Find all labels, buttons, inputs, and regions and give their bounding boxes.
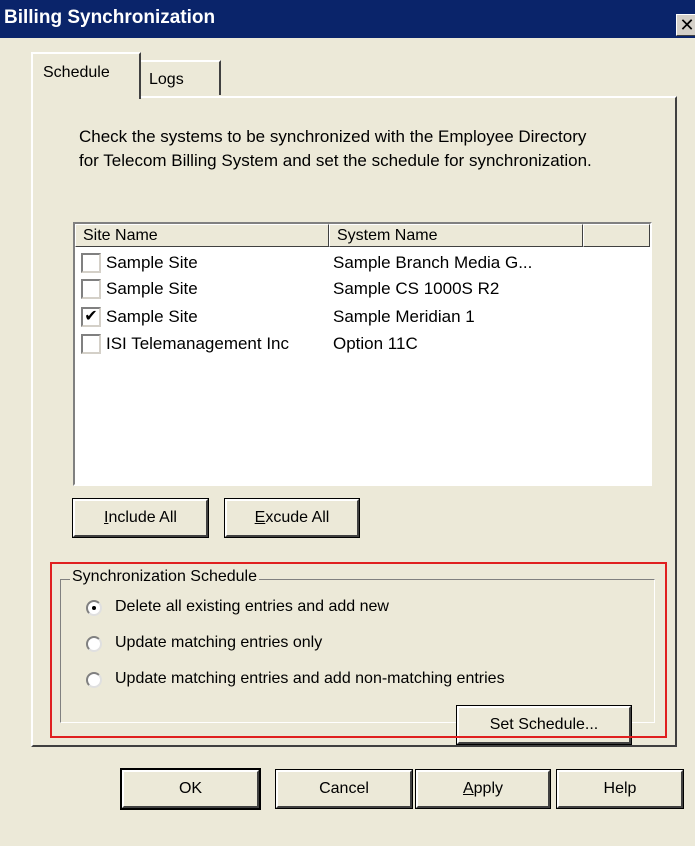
list-item[interactable]: Sample Site Sample CS 1000S R2 [81, 279, 641, 301]
include-all-label: nclude All [108, 509, 177, 526]
radio-dot-icon [92, 606, 96, 610]
list-item[interactable]: Sample Site Sample Branch Media G... [81, 253, 641, 275]
column-header-site-name[interactable]: Site Name [75, 224, 329, 247]
help-button[interactable]: Help [556, 769, 684, 809]
row-checkbox[interactable] [81, 334, 101, 354]
cancel-button[interactable]: Cancel [275, 769, 413, 809]
column-header-label: System Name [337, 227, 438, 244]
exclude-all-button[interactable]: Excude All [224, 498, 360, 538]
apply-label: pply [473, 780, 504, 797]
site-name-cell: Sample Site [106, 307, 198, 326]
site-name-cell: Sample Site [106, 253, 198, 272]
row-checkbox-checked[interactable]: ✔ [81, 307, 101, 327]
system-name-cell: Sample Branch Media G... [333, 253, 533, 272]
billing-sync-dialog: Billing Synchronization ✕ Schedule Logs … [0, 0, 695, 846]
set-schedule-button[interactable]: Set Schedule... [456, 705, 632, 745]
column-header-label: Site Name [83, 227, 158, 244]
tab-schedule[interactable]: Schedule [31, 52, 141, 99]
tab-logs[interactable]: Logs [141, 60, 221, 95]
site-name-cell: ISI Telemanagement Inc [106, 334, 290, 353]
row-checkbox[interactable] [81, 253, 101, 273]
radio-button[interactable] [86, 636, 102, 652]
radio-button-selected[interactable] [86, 600, 102, 616]
tab-schedule-label: Schedule [43, 64, 110, 81]
instructions-text: Check the systems to be synchronized wit… [79, 127, 592, 170]
synchronization-schedule-legend: Synchronization Schedule [70, 568, 260, 586]
include-all-button[interactable]: Include All [72, 498, 209, 538]
list-item[interactable]: ISI Telemanagement Inc Option 11C [81, 334, 641, 356]
column-header-system-name[interactable]: System Name [329, 224, 583, 247]
column-header-blank[interactable] [583, 224, 650, 247]
systems-list[interactable]: Site Name System Name Sample Site Sample… [73, 222, 652, 486]
close-icon: ✕ [679, 15, 695, 35]
ok-button[interactable]: OK [120, 768, 261, 810]
system-name-cell: Sample CS 1000S R2 [333, 279, 500, 298]
tab-logs-label: Logs [149, 71, 184, 88]
system-name-cell: Sample Meridian 1 [333, 307, 475, 326]
system-name-cell: Option 11C [333, 334, 418, 353]
apply-mnemonic: A [462, 780, 474, 797]
checkmark-icon: ✔ [84, 308, 98, 325]
window-title: Billing Synchronization [4, 7, 216, 28]
row-checkbox[interactable] [81, 279, 101, 299]
radio-button[interactable] [86, 672, 102, 688]
title-bar[interactable]: Billing Synchronization [0, 0, 695, 38]
site-name-cell: Sample Site [106, 279, 198, 298]
list-item[interactable]: ✔ Sample Site Sample Meridian 1 [81, 307, 641, 329]
radio-label: Update matching entries and add non-matc… [115, 670, 505, 687]
radio-label: Delete all existing entries and add new [115, 598, 389, 615]
exclude-all-mnemonic: E [254, 509, 266, 526]
radio-label: Update matching entries only [115, 634, 323, 651]
exclude-all-label: xcude All [265, 509, 330, 526]
apply-button[interactable]: Apply [415, 769, 551, 809]
close-button[interactable]: ✕ [676, 14, 695, 36]
